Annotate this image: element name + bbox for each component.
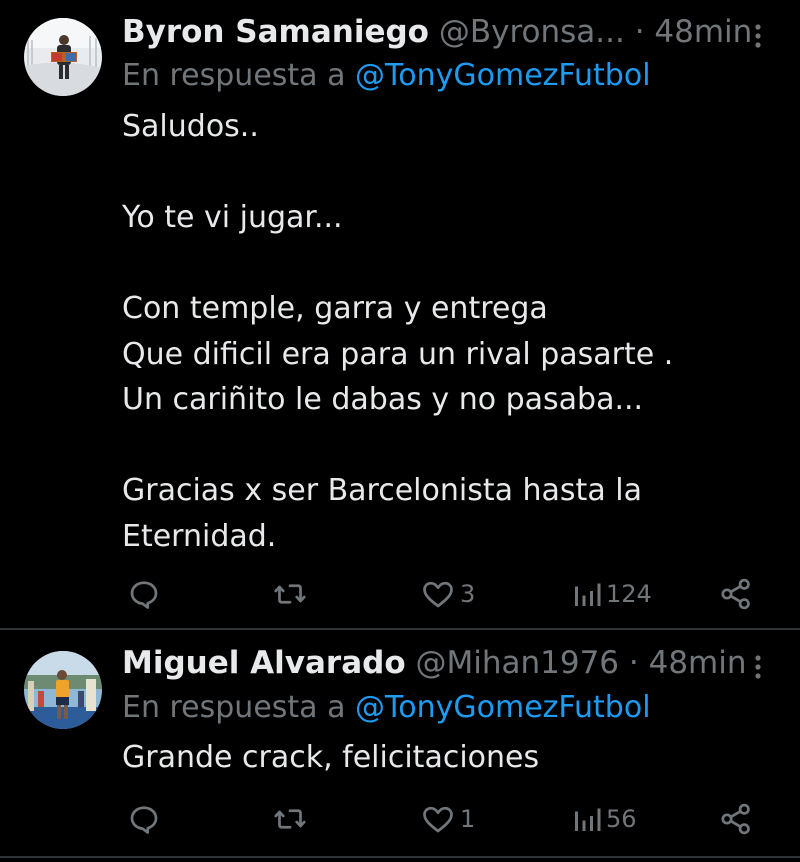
views-icon xyxy=(575,808,601,831)
retweet-icon xyxy=(274,809,306,829)
like-count: 1 xyxy=(460,805,476,833)
tweet-text-line: Grande crack, felicitaciones xyxy=(122,740,540,775)
reply-prefix: En respuesta a xyxy=(122,690,346,725)
views-count: 124 xyxy=(606,580,652,608)
avatar-image xyxy=(24,651,102,729)
action-bar: 3 124 xyxy=(122,572,762,616)
reply-context: En respuesta a @TonyGomezFutbol xyxy=(122,688,651,728)
like-count: 3 xyxy=(460,580,476,608)
tweet-text-line: Eternidad. xyxy=(122,518,277,554)
tweet[interactable]: Byron Samaniego @Byronsa... · 48min En r… xyxy=(0,0,800,628)
tweet[interactable]: Miguel Alvarado @Mihan1976 · 48min En re… xyxy=(0,631,800,856)
reply-prefix: En respuesta a xyxy=(122,58,346,93)
retweet-button[interactable] xyxy=(272,797,308,841)
author-handle[interactable]: @Mihan1976 xyxy=(415,645,619,681)
tweet-header: Miguel Alvarado @Mihan1976 · 48min xyxy=(122,641,762,685)
views-count: 56 xyxy=(606,805,637,833)
tweet-text-line xyxy=(122,150,762,196)
reply-mention-link[interactable]: @TonyGomezFutbol xyxy=(355,58,651,93)
tweet-text: Saludos.. Yo te vi jugar... Con temple, … xyxy=(122,104,762,559)
header-separator: · xyxy=(628,645,639,681)
tweet-text-line: Yo te vi jugar... xyxy=(122,200,343,235)
like-button[interactable]: 3 xyxy=(420,572,475,616)
author-name[interactable]: Miguel Alvarado xyxy=(122,645,406,681)
action-bar: 1 56 xyxy=(122,797,762,841)
more-icon[interactable] xyxy=(748,22,768,50)
views-button[interactable]: 56 xyxy=(572,797,637,841)
heart-icon xyxy=(423,581,453,608)
reply-button[interactable] xyxy=(126,797,162,841)
views-button[interactable]: 124 xyxy=(572,572,652,616)
avatar-image xyxy=(24,18,102,96)
like-button[interactable]: 1 xyxy=(420,797,475,841)
avatar[interactable] xyxy=(24,18,102,96)
tweet-text-line: Que dificil era para un rival pasarte . xyxy=(122,336,674,372)
more-icon[interactable] xyxy=(748,653,768,681)
tweet-header: Byron Samaniego @Byronsa... · 48min xyxy=(122,10,762,54)
heart-icon xyxy=(423,806,453,833)
reply-mention-link[interactable]: @TonyGomezFutbol xyxy=(355,690,651,725)
tweet-text-line: Saludos.. xyxy=(122,109,259,144)
tweet-text-line: Un cariñito le dabas y no pasaba... xyxy=(122,382,644,417)
tweet-text-line xyxy=(122,423,762,469)
tweet-text-line: Con temple, garra y entrega xyxy=(122,291,548,326)
author-name[interactable]: Byron Samaniego xyxy=(122,14,429,50)
tweet-divider xyxy=(0,628,800,630)
timestamp[interactable]: 48min xyxy=(649,645,747,681)
tweet-divider xyxy=(0,856,800,858)
share-icon xyxy=(721,803,750,835)
header-separator: · xyxy=(634,14,645,50)
retweet-icon xyxy=(274,584,306,604)
tweet-text-line xyxy=(122,241,762,287)
views-icon xyxy=(575,583,601,606)
share-button[interactable] xyxy=(718,797,754,841)
retweet-button[interactable] xyxy=(272,572,308,616)
reply-button[interactable] xyxy=(126,572,162,616)
tweet-text-line: Gracias x ser Barcelonista hasta la xyxy=(122,473,642,508)
share-button[interactable] xyxy=(718,572,754,616)
tweet-text: Grande crack, felicitaciones xyxy=(122,735,762,781)
avatar[interactable] xyxy=(24,651,102,729)
reply-context: En respuesta a @TonyGomezFutbol xyxy=(122,56,651,96)
share-icon xyxy=(721,578,750,610)
timestamp[interactable]: 48min xyxy=(654,14,752,50)
reply-icon xyxy=(130,806,158,834)
reply-icon xyxy=(130,581,158,609)
author-handle[interactable]: @Byronsa... xyxy=(439,14,625,50)
